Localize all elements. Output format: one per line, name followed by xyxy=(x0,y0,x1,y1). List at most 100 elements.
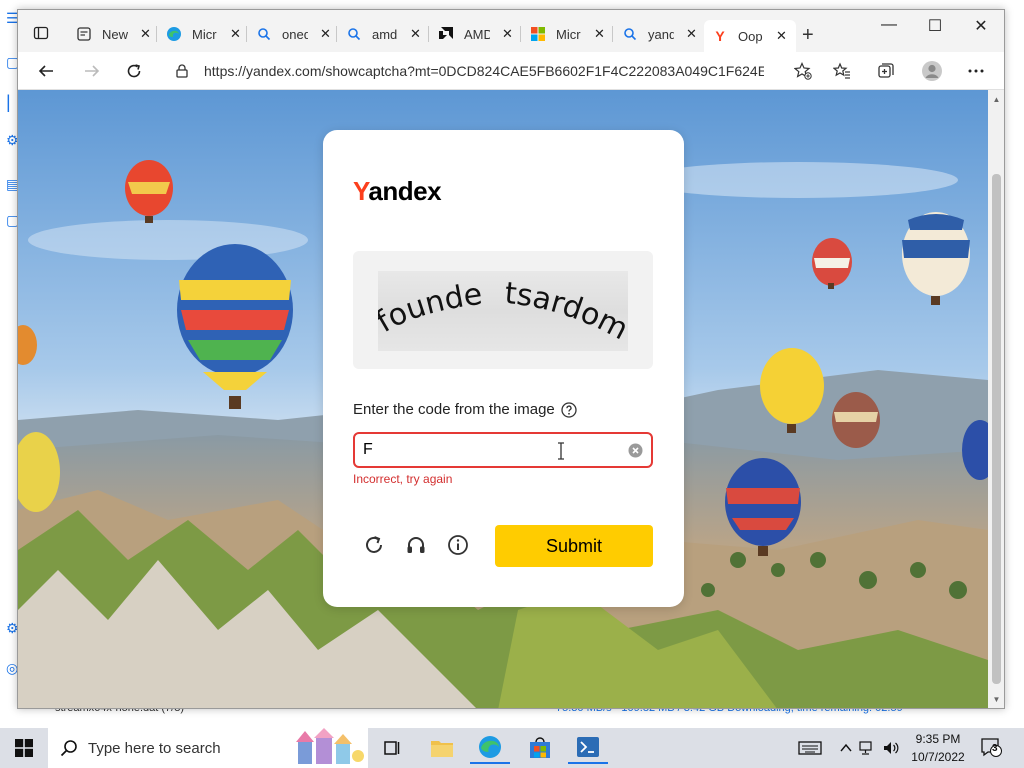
tab-close-icon[interactable]: ✕ xyxy=(320,26,331,42)
tab-label: amd xyxy=(372,26,398,42)
chevron-up-icon[interactable] xyxy=(840,743,852,753)
tab-close-icon[interactable]: ✕ xyxy=(410,26,421,42)
settings-more-button[interactable] xyxy=(964,60,988,82)
scroll-down-arrow-icon[interactable]: ▼ xyxy=(988,692,1004,708)
system-tray xyxy=(798,728,900,768)
volume-icon[interactable] xyxy=(882,740,900,756)
taskbar-search-box[interactable]: Type here to search xyxy=(48,728,368,768)
forward-button[interactable] xyxy=(80,60,104,82)
minimize-button[interactable]: — xyxy=(866,16,912,34)
help-icon[interactable] xyxy=(561,401,577,418)
captcha-image: founded tsardom xyxy=(378,271,628,351)
collections-button[interactable] xyxy=(874,60,898,82)
captcha-input[interactable] xyxy=(363,438,613,462)
search-icon xyxy=(622,26,638,42)
notification-center-button[interactable]: 3 xyxy=(980,736,1004,760)
browser-toolbar: https://yandex.com/showcaptcha?mt=0DCD82… xyxy=(18,52,1004,90)
audio-captcha-icon[interactable] xyxy=(405,534,427,556)
yandex-logo: Yandex xyxy=(353,176,442,207)
tab-label: oned xyxy=(282,26,308,42)
tab-new[interactable]: New ✕ xyxy=(68,20,151,48)
tab-close-icon[interactable]: ✕ xyxy=(502,26,513,42)
tab-yandex-active[interactable]: Y Oop ✕ xyxy=(704,20,796,52)
forward-arrow-icon xyxy=(85,65,100,77)
taskbar: Type here to search 9:35 PM 10/7/2022 3 xyxy=(0,728,1024,768)
captcha-image-container: founded tsardom xyxy=(353,251,653,369)
taskbar-clock[interactable]: 9:35 PM 10/7/2022 xyxy=(906,730,970,766)
avatar-icon xyxy=(922,61,942,81)
keyboard-icon[interactable] xyxy=(798,740,822,756)
tab-strip: New ✕ Micr ✕ oned ✕ amd ✕ AMD ✕ xyxy=(18,10,1004,52)
maximize-button[interactable]: ☐ xyxy=(912,16,958,36)
back-arrow-icon xyxy=(38,65,53,77)
submit-button[interactable]: Submit xyxy=(495,525,653,567)
svg-text:founded: founded xyxy=(378,271,484,340)
scroll-up-arrow-icon[interactable]: ▲ xyxy=(988,92,1004,108)
add-favorite-icon[interactable] xyxy=(793,62,812,85)
tab-close-icon[interactable]: ✕ xyxy=(140,26,151,42)
more-dots-icon xyxy=(968,69,984,73)
search-icon xyxy=(256,26,272,42)
text-cursor-icon xyxy=(558,442,564,460)
network-icon[interactable] xyxy=(858,740,876,756)
logo-letter-y: Y xyxy=(353,176,369,206)
task-view-button[interactable] xyxy=(372,732,412,764)
tab-label: yand xyxy=(648,26,674,42)
captcha-input-wrapper xyxy=(353,432,653,468)
captcha-word-1: founded xyxy=(378,271,484,340)
task-view-icon xyxy=(384,741,400,755)
page-content: Yandex founded tsardom xyxy=(18,90,988,708)
tab-search-amd[interactable]: amd ✕ xyxy=(338,20,421,48)
taskbar-powershell[interactable] xyxy=(568,732,608,764)
back-button[interactable] xyxy=(34,60,58,82)
tab-microsoft-edge[interactable]: Micr ✕ xyxy=(158,20,241,48)
start-button[interactable] xyxy=(0,728,48,768)
taskbar-file-explorer[interactable] xyxy=(422,732,462,764)
new-tab-button[interactable]: + xyxy=(802,24,814,47)
clock-date: 10/7/2022 xyxy=(911,750,965,764)
captcha-prompt: Enter the code from the image xyxy=(353,401,577,418)
tab-label: Micr xyxy=(192,26,217,42)
tab-divider xyxy=(520,26,521,42)
refresh-button[interactable] xyxy=(122,60,146,82)
microsoft-icon xyxy=(530,26,546,42)
scrollbar-thumb[interactable] xyxy=(992,174,1001,684)
favorites-button[interactable] xyxy=(830,60,854,82)
svg-text:tsardom: tsardom xyxy=(503,276,628,347)
taskbar-edge[interactable] xyxy=(470,732,510,764)
tab-label: New xyxy=(102,26,128,42)
search-icon xyxy=(346,26,362,42)
taskbar-store[interactable] xyxy=(520,732,560,764)
tab-divider xyxy=(246,26,247,42)
tab-close-icon[interactable]: ✕ xyxy=(686,26,697,42)
profile-button[interactable] xyxy=(920,60,944,82)
tab-divider xyxy=(612,26,613,42)
tab-amd[interactable]: AMD ✕ xyxy=(430,20,513,48)
tab-close-icon[interactable]: ✕ xyxy=(594,26,605,42)
tab-microsoft[interactable]: Micr ✕ xyxy=(522,20,605,48)
clear-input-icon[interactable] xyxy=(628,443,643,458)
close-window-button[interactable]: ✕ xyxy=(958,16,1004,36)
tab-label: AMD xyxy=(464,26,490,42)
captcha-prompt-text: Enter the code from the image xyxy=(353,401,555,418)
clock-time: 9:35 PM xyxy=(915,732,961,746)
tab-actions-icon[interactable] xyxy=(26,21,56,45)
tab-search-onedrive[interactable]: oned ✕ xyxy=(248,20,331,48)
page-scrollbar[interactable]: ▲ ▼ xyxy=(988,90,1004,708)
refresh-captcha-icon[interactable] xyxy=(363,534,385,556)
tab-divider xyxy=(428,26,429,42)
taskbar-search-placeholder: Type here to search xyxy=(88,739,221,757)
favorites-icon xyxy=(833,62,850,79)
store-icon xyxy=(530,737,550,758)
captcha-error-message: Incorrect, try again xyxy=(353,472,453,486)
address-bar[interactable]: https://yandex.com/showcaptcha?mt=0DCD82… xyxy=(168,56,812,86)
search-highlight-illustration xyxy=(296,728,364,764)
tab-label: Oop xyxy=(738,28,763,44)
info-icon[interactable] xyxy=(447,534,469,556)
tab-close-icon[interactable]: ✕ xyxy=(230,26,241,42)
address-url: https://yandex.com/showcaptcha?mt=0DCD82… xyxy=(204,63,764,79)
tab-close-icon[interactable]: ✕ xyxy=(776,28,787,44)
newtab-icon xyxy=(76,26,92,42)
tab-search-yandex[interactable]: yand ✕ xyxy=(614,20,697,48)
edge-icon xyxy=(166,26,182,42)
